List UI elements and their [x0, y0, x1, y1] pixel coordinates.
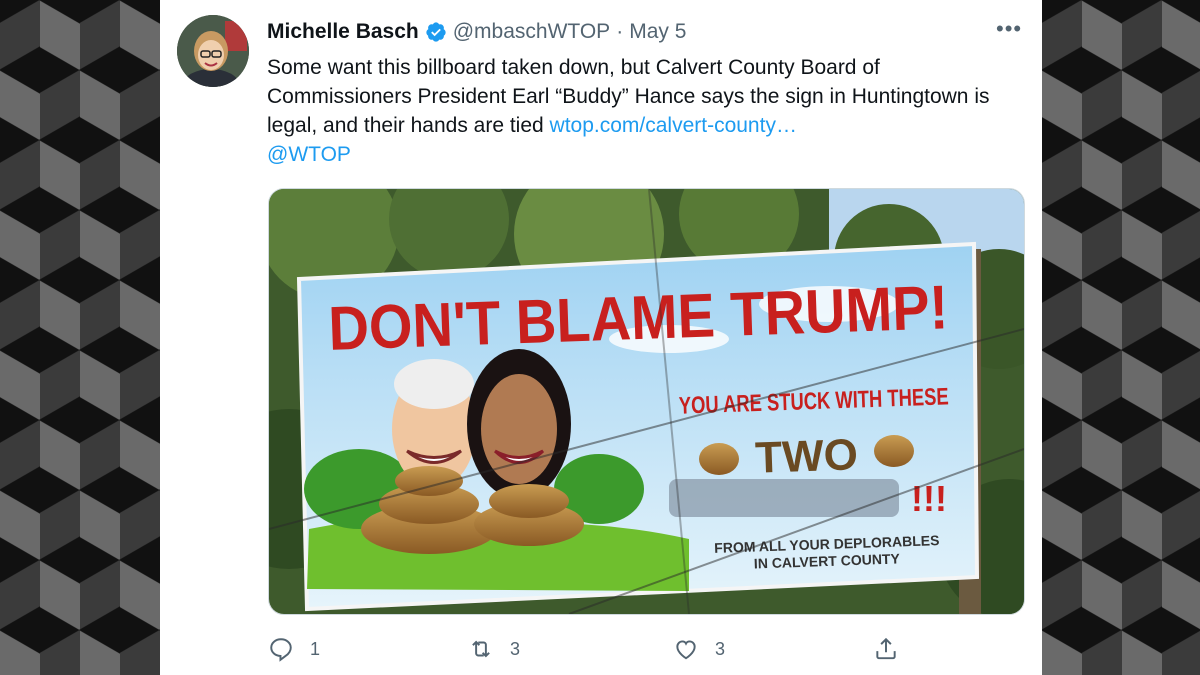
tweet-card[interactable]: Michelle Basch @mbaschWTOP · May 5 ••• S… — [160, 0, 1042, 675]
like-count: 3 — [715, 638, 726, 659]
avatar[interactable] — [177, 15, 249, 87]
tweet-image[interactable]: DON'T BLAME TRUMP! YOU ARE STUCK WITH TH… — [268, 188, 1025, 615]
retweet-button[interactable]: 3 — [468, 632, 520, 666]
tweet-link[interactable]: wtop.com/calvert-county… — [550, 114, 797, 137]
author-name[interactable]: Michelle Basch — [267, 20, 419, 44]
tweet-actions: 1 3 3 — [268, 632, 908, 666]
tweet-text: Some want this billboard taken down, but… — [267, 53, 1027, 169]
billboard-line2: TWO — [754, 430, 858, 483]
more-icon[interactable]: ••• — [996, 18, 1022, 40]
background-pattern-right — [1042, 0, 1200, 675]
like-icon — [676, 640, 696, 660]
retweet-count: 3 — [510, 638, 521, 659]
retweet-icon — [472, 640, 490, 658]
background-pattern-left — [0, 0, 160, 675]
author-handle[interactable]: @mbaschWTOP — [453, 20, 610, 44]
verified-icon — [426, 22, 446, 42]
reply-button[interactable]: 1 — [268, 632, 320, 666]
separator-dot: · — [616, 20, 624, 43]
like-button[interactable]: 3 — [673, 632, 725, 666]
reply-icon — [270, 638, 292, 662]
tweet-date[interactable]: May 5 — [629, 20, 686, 44]
mention-link[interactable]: @WTOP — [267, 143, 351, 166]
reply-count: 1 — [310, 638, 321, 659]
share-button[interactable] — [873, 632, 899, 666]
tweet-header: Michelle Basch @mbaschWTOP · May 5 — [267, 18, 686, 46]
share-icon — [876, 637, 896, 660]
